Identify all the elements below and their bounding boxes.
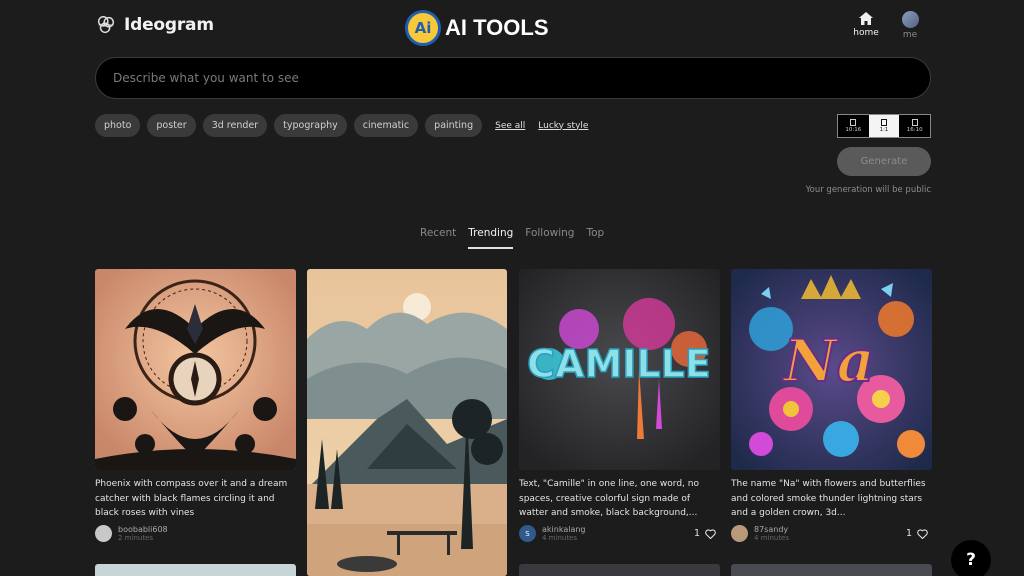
card-author[interactable]: boobabli608 2 minutes [95, 525, 296, 542]
generated-image-na[interactable]: Na [731, 269, 932, 470]
like-count: 1 [905, 528, 912, 539]
nav-me-label: me [902, 30, 918, 40]
help-button[interactable]: ? [951, 540, 991, 576]
card-author[interactable]: S akinkalang 4 minutes 1 [519, 525, 720, 542]
lake-mountain-artwork [307, 269, 507, 576]
prompt-bar [95, 57, 931, 99]
ratio-label: 1:1 [879, 127, 889, 133]
feed-card[interactable]: Na The name "Na" with flowers and butter… [731, 269, 932, 542]
feed-card[interactable]: Phoenix with compass over it and a dream… [95, 269, 296, 542]
ratio-option-1-1[interactable]: 1:1 [868, 115, 900, 137]
author-name: 87sandy [754, 525, 789, 534]
generated-image-camille[interactable]: CAMILLE [519, 269, 720, 470]
like-button[interactable]: 1 [694, 528, 716, 539]
lucky-style-link[interactable]: Lucky style [538, 121, 588, 131]
landscape-icon [911, 119, 918, 126]
author-name: akinkalang [542, 525, 586, 534]
phoenix-artwork [95, 269, 296, 470]
nav-me[interactable]: me [896, 11, 924, 40]
square-icon [881, 119, 887, 126]
card-caption: Text, "Camille" in one line, one word, n… [519, 479, 699, 518]
ratio-label: 10:16 [845, 127, 862, 133]
post-time: 4 minutes [542, 534, 578, 542]
na-text: Na [782, 327, 875, 395]
heart-icon [917, 528, 928, 539]
see-all-link[interactable]: See all [495, 121, 525, 131]
app-name: Ideogram [124, 15, 214, 35]
tab-top[interactable]: Top [586, 227, 604, 249]
camille-text: CAMILLE [527, 342, 711, 386]
nav-home[interactable]: home [850, 12, 882, 38]
card-caption: Phoenix with compass over it and a dream… [95, 479, 288, 518]
ai-tools-text: AI TOOLS [445, 15, 549, 40]
next-row-image[interactable] [731, 564, 932, 576]
heart-icon [705, 528, 716, 539]
nav-home-label: home [853, 28, 879, 38]
home-icon [859, 12, 873, 25]
camille-artwork: CAMILLE [519, 269, 720, 470]
ratio-option-10-16[interactable]: 10:16 [838, 115, 869, 137]
next-row-image[interactable] [519, 564, 720, 576]
like-count: 1 [693, 528, 700, 539]
chip-3d-render[interactable]: 3d render [202, 114, 268, 137]
portrait-icon [850, 119, 857, 126]
author-avatar [95, 525, 112, 542]
next-row-image[interactable] [95, 564, 296, 576]
generated-image-landscape[interactable] [307, 269, 507, 576]
feed-card[interactable]: CAMILLE Text, "Camille" in one line, one… [519, 269, 720, 542]
ratio-option-16-10[interactable]: 16:10 [899, 115, 930, 137]
chip-typography[interactable]: typography [274, 114, 347, 137]
post-time: 2 minutes [118, 534, 154, 542]
prompt-input[interactable] [113, 71, 930, 85]
chip-cinematic[interactable]: cinematic [353, 114, 419, 137]
author-name: boobabli608 [118, 525, 168, 534]
like-button[interactable]: 1 [906, 528, 928, 539]
brain-logo-icon [97, 16, 115, 34]
na-artwork: Na [731, 269, 932, 470]
ai-badge-logo: Ai [405, 10, 441, 46]
tab-trending[interactable]: Trending [468, 227, 514, 249]
chip-painting[interactable]: painting [425, 114, 483, 137]
feed-tabs: Recent Trending Following Top [420, 227, 604, 249]
chip-poster[interactable]: poster [147, 114, 196, 137]
generated-image-phoenix[interactable] [95, 269, 296, 470]
tab-recent[interactable]: Recent [420, 227, 456, 249]
aspect-ratio-selector: 10:16 1:1 16:10 [837, 114, 931, 138]
generate-button[interactable]: Generate [837, 147, 931, 176]
ai-tools-watermark: Ai AI TOOLS [405, 10, 549, 46]
style-chips: photo poster 3d render typography cinema… [95, 114, 588, 137]
author-avatar: S [519, 525, 536, 542]
app-logo[interactable]: Ideogram [95, 14, 214, 36]
card-author[interactable]: 87sandy 4 minutes 1 [731, 525, 932, 542]
post-time: 4 minutes [754, 534, 790, 542]
user-avatar [901, 11, 919, 28]
chip-photo[interactable]: photo [95, 114, 141, 137]
public-generation-note: Your generation will be public [805, 185, 931, 195]
card-caption: The name "Na" with flowers and butterfli… [731, 479, 926, 518]
tab-following[interactable]: Following [525, 227, 574, 249]
top-bar: Ideogram Ai AI TOOLS home me [0, 0, 1024, 52]
author-avatar [731, 525, 748, 542]
ratio-label: 16:10 [906, 127, 923, 133]
